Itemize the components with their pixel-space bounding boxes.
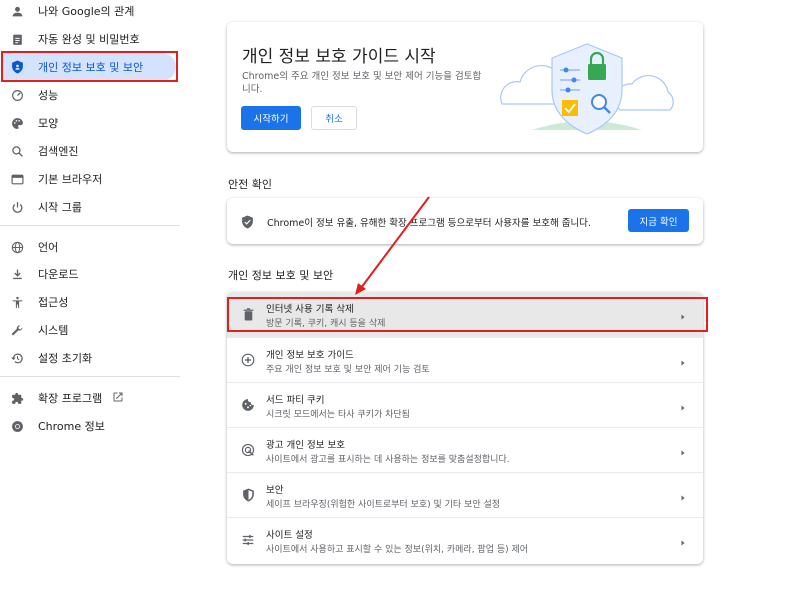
security-shield-icon	[241, 488, 255, 502]
sidebar-item-search-engine[interactable]: 검색엔진	[0, 137, 180, 165]
power-icon	[10, 200, 24, 214]
history-icon	[10, 351, 24, 365]
sidebar-item-label: 시스템	[38, 324, 69, 337]
chrome-icon	[10, 419, 24, 433]
external-link-icon	[112, 391, 124, 403]
person-icon	[10, 4, 24, 18]
sidebar-item-label: 기본 브라우저	[38, 173, 103, 186]
sidebar-item-downloads[interactable]: 다운로드	[0, 260, 180, 288]
sidebar-item-label: 자동 완성 및 비밀번호	[38, 33, 140, 46]
row-title: 개인 정보 보호 가이드	[266, 350, 354, 361]
sidebar-item-about-chrome[interactable]: Chrome 정보	[0, 412, 180, 440]
sidebar-item-autofill[interactable]: 자동 완성 및 비밀번호	[0, 25, 180, 53]
sidebar-divider	[0, 225, 180, 226]
row-subtitle: 세이프 브라우징(위험한 사이트로부터 보호) 및 기타 보안 설정	[266, 500, 501, 510]
start-guide-button[interactable]: 시작하기	[241, 106, 301, 130]
annotation-highlight-row	[227, 297, 708, 332]
sidebar-item-appearance[interactable]: 모양	[0, 109, 180, 137]
dismiss-guide-button[interactable]: 취소	[311, 106, 357, 130]
sidebar-item-system[interactable]: 시스템	[0, 316, 180, 344]
security-row[interactable]: 보안 세이프 브라우징(위험한 사이트로부터 보호) 및 기타 보안 설정	[227, 472, 703, 517]
globe-icon	[10, 240, 24, 254]
sidebar-item-label: 시작 그룹	[38, 201, 82, 214]
privacy-guide-promo-card: 개인 정보 보호 가이드 시작 Chrome의 주요 개인 정보 보호 및 보안…	[227, 22, 703, 152]
row-title: 광고 개인 정보 보호	[266, 440, 345, 451]
privacy-guide-illustration	[500, 43, 674, 135]
row-title: 서드 파티 쿠키	[266, 395, 325, 406]
chevron-right-icon	[678, 354, 688, 366]
shield-check-icon	[241, 214, 255, 229]
sidebar-item-languages[interactable]: 언어	[0, 233, 180, 261]
chevron-right-icon	[678, 534, 688, 546]
row-subtitle: 시크릿 모드에서는 타사 쿠키가 차단됨	[266, 410, 410, 420]
check-now-button[interactable]: 지금 확인	[628, 209, 689, 232]
privacy-section-heading: 개인 정보 보호 및 보안	[228, 269, 334, 282]
accessibility-icon	[10, 295, 24, 309]
chevron-right-icon	[678, 399, 688, 411]
sidebar-item-extensions[interactable]: 확장 프로그램	[0, 384, 180, 412]
row-title: 보안	[266, 485, 284, 496]
row-subtitle: 사이트에서 광고를 표시하는 데 사용하는 정보를 맞춤설정합니다.	[266, 455, 510, 465]
browser-icon	[10, 172, 24, 186]
settings-sidebar: 나와 Google의 관계 자동 완성 및 비밀번호 개인 정보 보호 및 보안…	[0, 0, 180, 597]
sidebar-item-label: 언어	[38, 241, 59, 254]
privacy-guide-row[interactable]: 개인 정보 보호 가이드 주요 개인 정보 보호 및 보안 제어 기능 검토	[227, 337, 703, 382]
chevron-right-icon	[678, 489, 688, 501]
guide-card-title: 개인 정보 보호 가이드 시작	[242, 47, 436, 67]
guide-card-description: Chrome의 주요 개인 정보 보호 및 보안 제어 기능을 검토합니다.	[242, 71, 482, 95]
sidebar-item-default-browser[interactable]: 기본 브라우저	[0, 165, 180, 193]
palette-icon	[10, 116, 24, 130]
sidebar-item-label: Chrome 정보	[38, 420, 105, 433]
site-settings-row[interactable]: 사이트 설정 사이트에서 사용하고 표시할 수 있는 정보(위치, 카메라, 팝…	[227, 517, 703, 562]
third-party-cookies-row[interactable]: 서드 파티 쿠키 시크릿 모드에서는 타사 쿠키가 차단됨	[227, 382, 703, 427]
safety-check-description: Chrome이 정보 유출, 유해한 확장 프로그램 등으로부터 사용자를 보호…	[267, 218, 591, 229]
row-subtitle: 주요 개인 정보 보호 및 보안 제어 기능 검토	[266, 365, 430, 375]
sidebar-item-label: 확장 프로그램	[38, 392, 103, 405]
ad-privacy-row[interactable]: 광고 개인 정보 보호 사이트에서 광고를 표시하는 데 사용하는 정보를 맞춤…	[227, 427, 703, 472]
safety-check-heading: 안전 확인	[228, 178, 272, 191]
sidebar-item-label: 다운로드	[38, 268, 79, 281]
puzzle-icon	[10, 391, 24, 405]
row-subtitle: 사이트에서 사용하고 표시할 수 있는 정보(위치, 카메라, 팝업 등) 제어	[266, 545, 529, 555]
ad-privacy-icon	[241, 443, 255, 457]
speedometer-icon	[10, 88, 24, 102]
clipboard-icon	[10, 32, 24, 46]
sidebar-item-label: 나와 Google의 관계	[38, 5, 135, 18]
sidebar-item-on-startup[interactable]: 시작 그룹	[0, 193, 180, 221]
cookie-icon	[241, 398, 255, 412]
sidebar-item-label: 접근성	[38, 296, 69, 309]
wrench-icon	[10, 323, 24, 337]
privacy-settings-list: 인터넷 사용 기록 삭제 방문 기록, 쿠키, 캐시 등을 삭제 개인 정보 보…	[227, 292, 703, 564]
safety-check-card: Chrome이 정보 유출, 유해한 확장 프로그램 등으로부터 사용자를 보호…	[227, 198, 703, 244]
compass-plus-icon	[241, 353, 255, 367]
sidebar-divider	[0, 376, 180, 377]
sidebar-item-performance[interactable]: 성능	[0, 81, 180, 109]
download-icon	[10, 267, 24, 281]
sidebar-item-label: 모양	[38, 117, 59, 130]
annotation-highlight-sidebar	[1, 51, 178, 82]
sidebar-item-you-and-google[interactable]: 나와 Google의 관계	[0, 0, 180, 25]
sidebar-item-reset-settings[interactable]: 설정 초기화	[0, 344, 180, 372]
row-title: 사이트 설정	[266, 530, 313, 541]
sliders-icon	[241, 533, 255, 547]
sidebar-item-label: 성능	[38, 89, 59, 102]
search-icon	[10, 144, 24, 158]
sidebar-item-accessibility[interactable]: 접근성	[0, 288, 180, 316]
sidebar-item-label: 설정 초기화	[38, 352, 93, 365]
sidebar-item-label: 검색엔진	[38, 145, 79, 158]
chevron-right-icon	[678, 444, 688, 456]
